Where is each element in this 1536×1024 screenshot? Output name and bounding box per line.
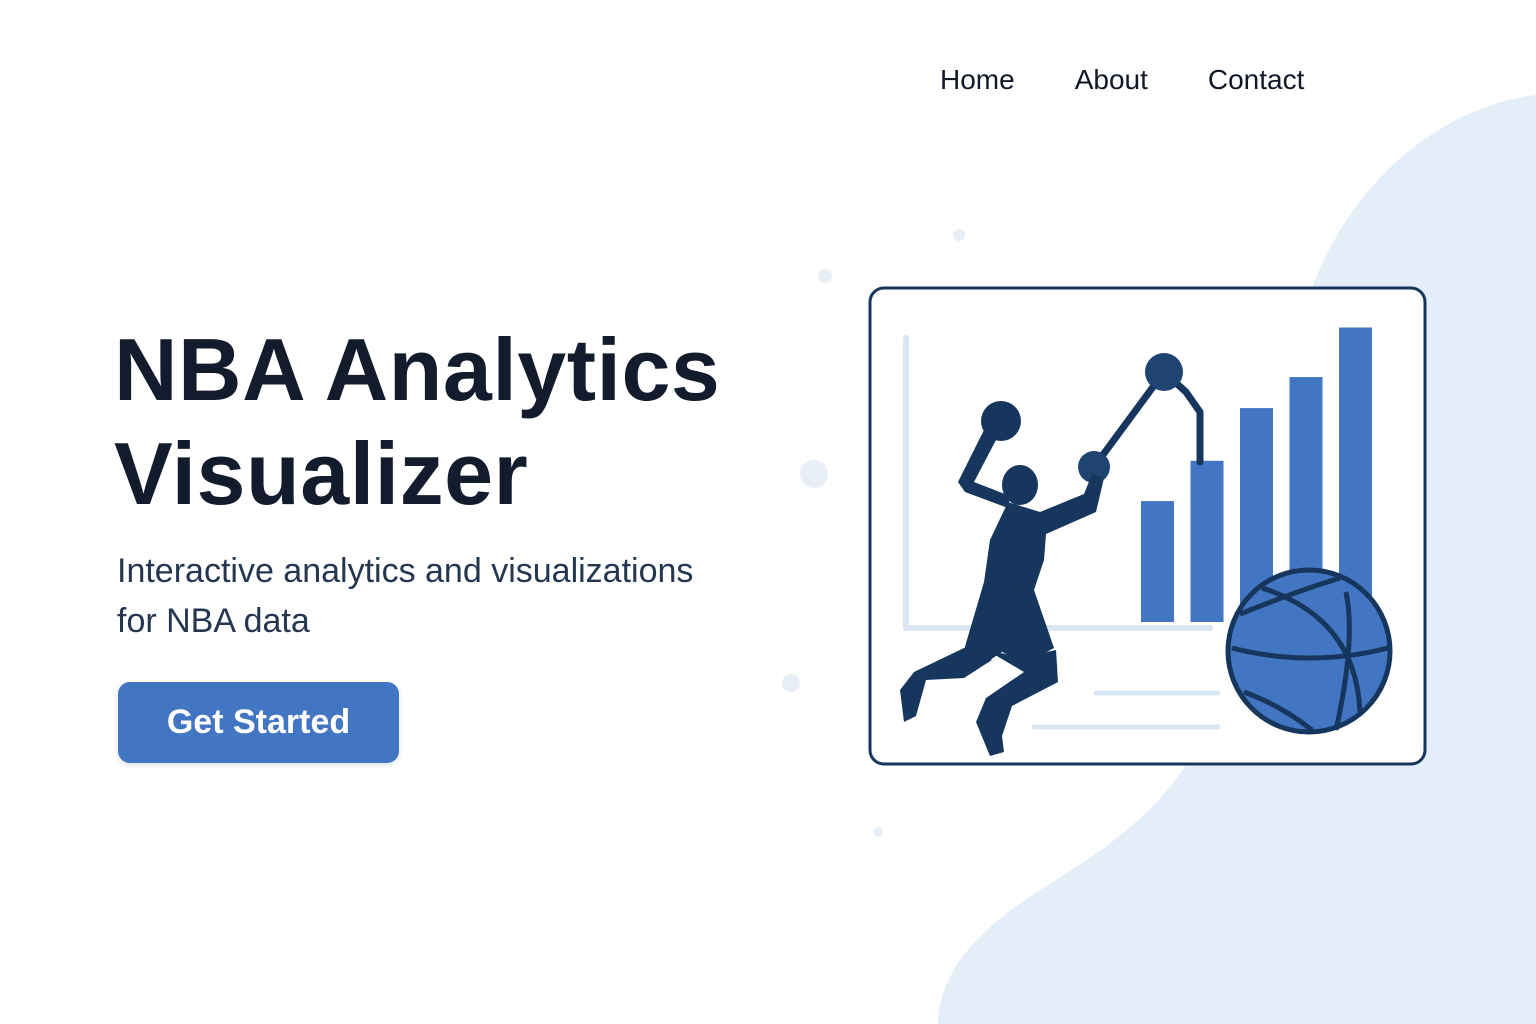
get-started-button[interactable]: Get Started [118, 682, 399, 763]
nav-about-link[interactable]: About [1075, 60, 1148, 100]
chart-bar [1190, 460, 1224, 622]
nav-home-link[interactable]: Home [940, 60, 1015, 100]
subtitle-line-1: Interactive analytics and visualizations [117, 552, 694, 590]
title-line-2: Visualizer [114, 424, 529, 523]
top-nav: Home About Contact [940, 60, 1304, 100]
basketball-icon [1225, 567, 1393, 735]
landing-page: Home About Contact NBA Analytics Visuali… [0, 0, 1536, 1024]
nav-contact-link[interactable]: Contact [1208, 60, 1305, 100]
line-chart-point [1145, 353, 1183, 391]
title-line-1: NBA Analytics [114, 320, 721, 419]
subtitle-line-2: for NBA data [117, 602, 310, 640]
chart-bar [1141, 501, 1174, 622]
page-title: NBA Analytics Visualizer [114, 318, 794, 526]
hero-illustration [868, 286, 1427, 766]
page-subtitle: Interactive analytics and visualizations… [117, 546, 757, 646]
